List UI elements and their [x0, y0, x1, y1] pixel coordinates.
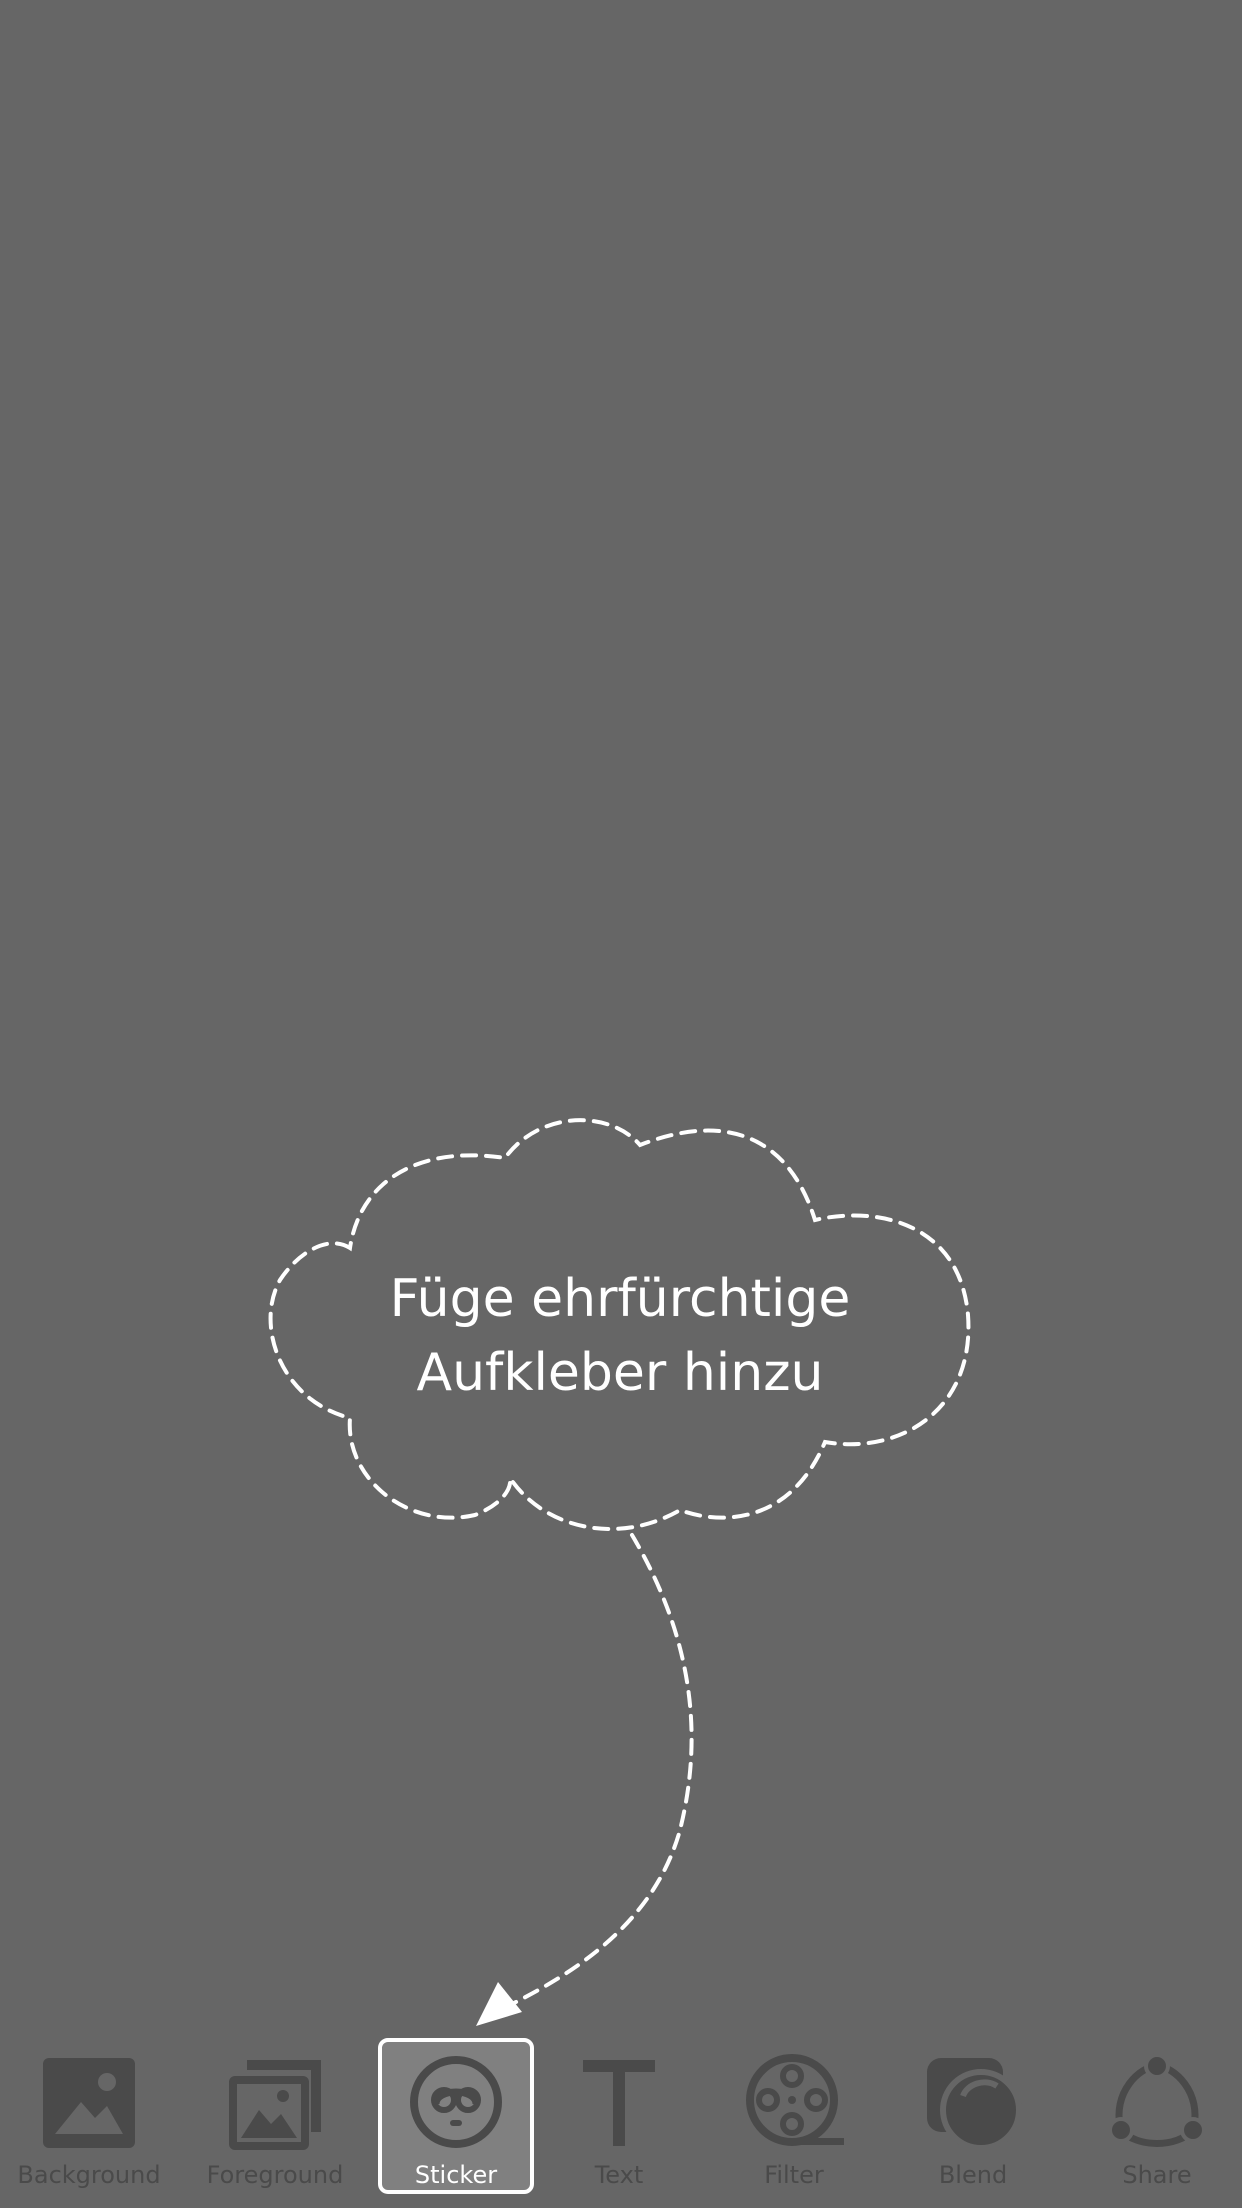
- blend-icon: [927, 2058, 1022, 2151]
- bottom-toolbar: Background Foreground Sticker Text Filte…: [0, 2030, 1242, 2208]
- tooltip-arrowhead: [476, 1982, 522, 2026]
- tool-filter-button[interactable]: Filter: [714, 2030, 874, 2208]
- tool-background-button[interactable]: Background: [0, 2030, 178, 2208]
- tool-sticker-button[interactable]: Sticker: [378, 2030, 534, 2208]
- share-icon: [1108, 2053, 1206, 2147]
- sticker-face-icon: [410, 2056, 502, 2148]
- text-t-icon: [583, 2060, 655, 2146]
- tool-share-label: Share: [1122, 2161, 1192, 2189]
- editor-screen: Füge ehrfürchtige Aufkleber hinzu Backgr…: [0, 0, 1242, 2208]
- tool-sticker-label: Sticker: [414, 2161, 498, 2189]
- tooltip-line-2: Aufkleber hinzu: [416, 1343, 824, 1403]
- tool-foreground-button[interactable]: Foreground: [178, 2030, 372, 2208]
- tool-text-label: Text: [594, 2161, 644, 2189]
- tool-foreground-label: Foreground: [206, 2161, 344, 2189]
- tool-blend-label: Blend: [938, 2161, 1008, 2189]
- tool-blend-button[interactable]: Blend: [890, 2030, 1056, 2208]
- tooltip-message: Füge ehrfürchtige Aufkleber hinzu: [270, 1262, 970, 1410]
- tooltip-arrow-line: [508, 1533, 694, 2007]
- tool-background-label: Background: [17, 2161, 161, 2189]
- film-reel-icon: [746, 2054, 844, 2146]
- tooltip-line-1: Füge ehrfürchtige: [389, 1269, 851, 1329]
- tool-text-button[interactable]: Text: [540, 2030, 698, 2208]
- tool-share-button[interactable]: Share: [1072, 2030, 1242, 2208]
- tool-filter-label: Filter: [764, 2161, 824, 2189]
- foreground-layers-icon: [229, 2060, 321, 2150]
- background-image-icon: [43, 2058, 135, 2148]
- tooltip-cloud: [268, 1118, 971, 2026]
